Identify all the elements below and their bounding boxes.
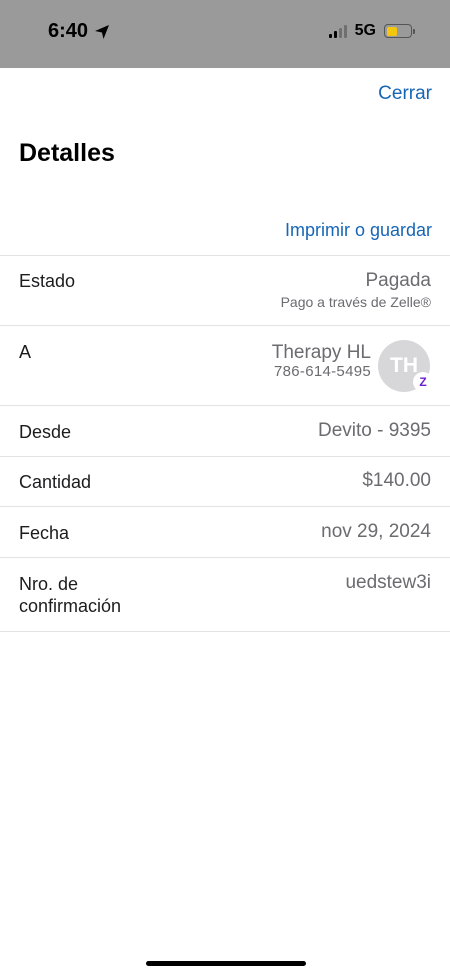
print-or-save-button[interactable]: Imprimir o guardar bbox=[285, 220, 432, 241]
divider bbox=[0, 325, 450, 326]
divider bbox=[0, 405, 450, 406]
confirmation-label: Nro. de confirmación bbox=[19, 573, 121, 617]
recipient-phone: 786-614-5495 bbox=[273, 363, 371, 380]
status-value: Pagada bbox=[365, 270, 431, 291]
confirmation-label-line1: Nro. de bbox=[19, 574, 79, 594]
from-label: Desde bbox=[19, 422, 72, 442]
divider bbox=[0, 506, 450, 507]
location-arrow-icon bbox=[95, 24, 110, 39]
zelle-badge-icon: Z bbox=[413, 372, 433, 392]
recipient-name: Therapy HL bbox=[271, 342, 371, 363]
battery-icon bbox=[384, 24, 415, 38]
amount-label: Cantidad bbox=[19, 472, 92, 492]
from-value: Devito - 9395 bbox=[317, 420, 431, 441]
date-label: Fecha bbox=[19, 523, 70, 543]
status-time: 6:40 bbox=[48, 20, 89, 42]
date-value: nov 29, 2024 bbox=[321, 521, 431, 542]
status-bar: 6:40 5G bbox=[0, 0, 450, 68]
status-label: Estado bbox=[19, 271, 76, 291]
battery-level bbox=[386, 26, 397, 36]
confirmation-label-line2: confirmación bbox=[19, 596, 122, 616]
confirmation-value: uedstew3i bbox=[345, 572, 431, 593]
divider bbox=[0, 557, 450, 558]
divider bbox=[0, 456, 450, 457]
divider bbox=[0, 631, 450, 632]
payment-method-note: Pago a través de Zelle® bbox=[280, 294, 431, 310]
network-type: 5G bbox=[354, 22, 376, 39]
page-title: Detalles bbox=[19, 139, 115, 167]
signal-icon bbox=[328, 24, 347, 38]
divider bbox=[0, 255, 450, 256]
recipient-label: A bbox=[19, 342, 32, 362]
close-button[interactable]: Cerrar bbox=[378, 83, 432, 105]
amount-value: $140.00 bbox=[362, 470, 431, 491]
home-indicator[interactable] bbox=[146, 961, 306, 966]
status-time-group: 6:40 bbox=[48, 20, 110, 43]
details-sheet: Cerrar Detalles Imprimir o guardar Estad… bbox=[0, 68, 450, 976]
status-indicators: 5G bbox=[328, 22, 415, 40]
